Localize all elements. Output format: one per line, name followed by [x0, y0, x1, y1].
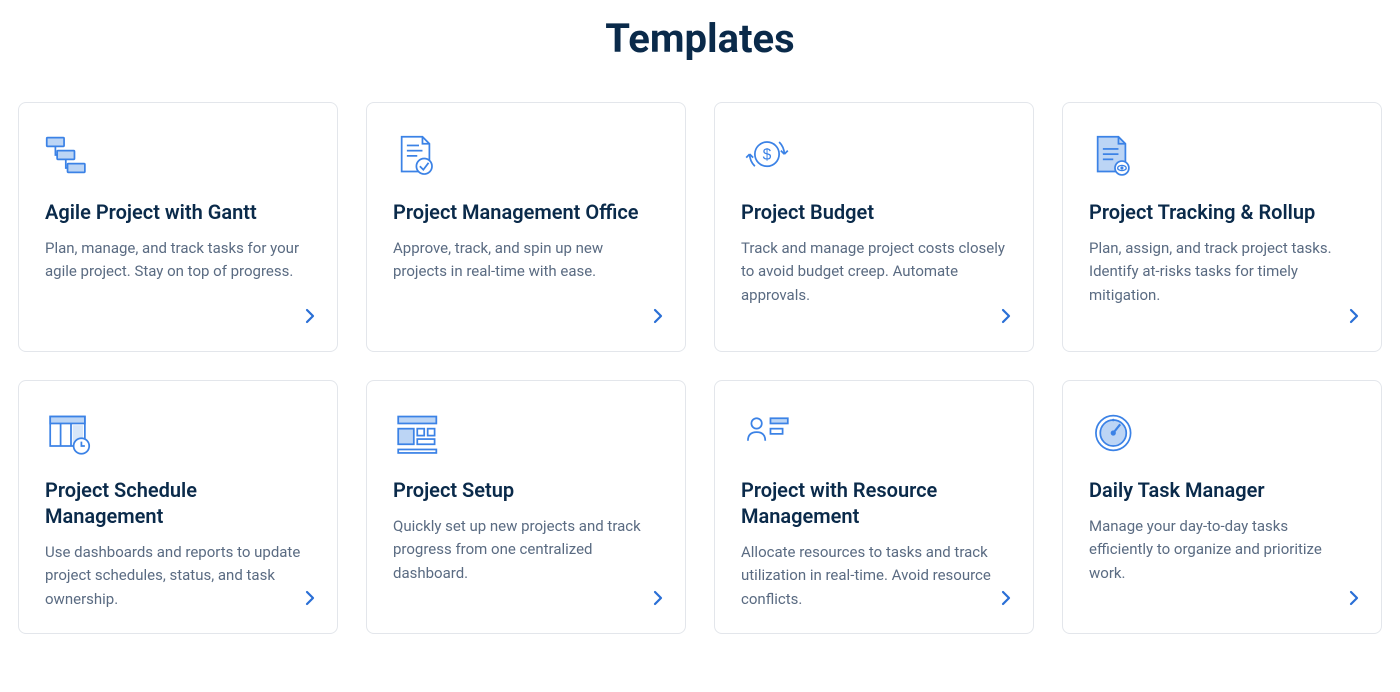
template-card-description: Plan, assign, and track project tasks. I… — [1089, 237, 1355, 329]
chevron-right-icon[interactable] — [653, 590, 663, 611]
chevron-right-icon[interactable] — [653, 308, 663, 329]
resource-icon — [741, 409, 1007, 459]
doc-check-icon — [393, 131, 659, 181]
chevron-right-icon[interactable] — [1349, 308, 1359, 329]
template-card-title: Agile Project with Gantt — [45, 199, 311, 225]
template-card-title: Daily Task Manager — [1089, 477, 1355, 503]
chevron-right-icon[interactable] — [305, 590, 315, 611]
template-card-description: Use dashboards and reports to update pro… — [45, 541, 311, 611]
template-card-title: Project Setup — [393, 477, 659, 503]
template-card[interactable]: Agile Project with Gantt Plan, manage, an… — [18, 102, 338, 352]
page-title: Templates — [18, 15, 1382, 62]
chevron-right-icon[interactable] — [1349, 590, 1359, 611]
template-card-description: Allocate resources to tasks and track ut… — [741, 541, 1007, 611]
template-card-description: Manage your day-to-day tasks efficiently… — [1089, 515, 1355, 611]
schedule-icon — [45, 409, 311, 459]
template-card-title: Project Budget — [741, 199, 1007, 225]
budget-icon: $ — [741, 131, 1007, 181]
template-card-description: Quickly set up new projects and track pr… — [393, 515, 659, 611]
gauge-icon — [1089, 409, 1355, 459]
template-card[interactable]: Daily Task Manager Manage your day-to-day… — [1062, 380, 1382, 634]
template-card-title: Project Tracking & Rollup — [1089, 199, 1355, 225]
template-card-title: Project Schedule Management — [45, 477, 311, 529]
template-grid: Agile Project with Gantt Plan, manage, an… — [18, 102, 1382, 634]
template-card-title: Project Management Office — [393, 199, 659, 225]
chevron-right-icon[interactable] — [305, 308, 315, 329]
template-card[interactable]: Project Schedule Management Use dashboard… — [18, 380, 338, 634]
template-card-description: Plan, manage, and track tasks for your a… — [45, 237, 311, 329]
doc-eye-icon — [1089, 131, 1355, 181]
template-card-description: Track and manage project costs closely t… — [741, 237, 1007, 329]
chevron-right-icon[interactable] — [1001, 590, 1011, 611]
template-card[interactable]: Project Setup Quickly set up new projects… — [366, 380, 686, 634]
template-card-title: Project with Resource Management — [741, 477, 1007, 529]
template-card[interactable]: Project Management Office Approve, track,… — [366, 102, 686, 352]
template-card[interactable]: Project Tracking & Rollup Plan, assign, a… — [1062, 102, 1382, 352]
template-card[interactable]: Project with Resource Management Allocate… — [714, 380, 1034, 634]
svg-text:$: $ — [763, 146, 772, 163]
chevron-right-icon[interactable] — [1001, 308, 1011, 329]
template-card-description: Approve, track, and spin up new projects… — [393, 237, 659, 329]
setup-icon — [393, 409, 659, 459]
template-card[interactable]: $ Project Budget Track and manage project… — [714, 102, 1034, 352]
gantt-icon — [45, 131, 311, 181]
